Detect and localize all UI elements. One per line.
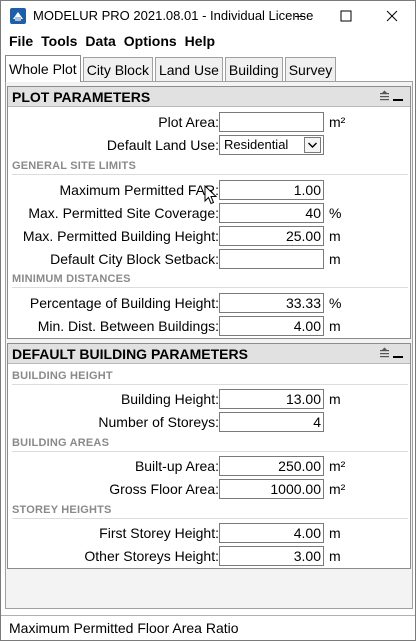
builtup-label: Built-up Area: — [134, 458, 219, 474]
building-height-heading: BUILDING HEIGHT — [12, 369, 408, 385]
coverage-unit: % — [329, 205, 342, 221]
gfa-row: Gross Floor Area: 1000.00 m² — [8, 478, 412, 500]
building-height-unit: m — [329, 391, 341, 407]
max-height-label: Max. Permitted Building Height: — [22, 228, 219, 244]
gfa-input[interactable]: 1000.00 — [219, 479, 324, 499]
coverage-input[interactable]: 40 — [219, 203, 324, 223]
land-use-label: Default Land Use: — [106, 137, 219, 153]
other-storeys-unit: m — [329, 548, 341, 564]
storeys-row: Number of Storeys: 4 — [8, 411, 412, 433]
max-height-row: Max. Permitted Building Height: 25.00 m — [8, 225, 412, 247]
site-limits-heading: GENERAL SITE LIMITS — [12, 159, 408, 175]
tab-city-block[interactable]: City Block — [82, 57, 153, 82]
tab-content: PLOT PARAMETERS Plot Area: m² Default La… — [5, 81, 413, 609]
setback-label: Default City Block Setback: — [50, 251, 219, 267]
setback-unit: m — [329, 251, 341, 267]
tab-survey[interactable]: Survey — [284, 57, 337, 82]
tab-land-use[interactable]: Land Use — [154, 57, 223, 82]
close-button[interactable] — [369, 1, 415, 31]
min-dist-row: Min. Dist. Between Buildings: 4.00 m — [8, 315, 412, 337]
coverage-row: Max. Permitted Site Coverage: 40 % — [8, 202, 412, 224]
building-height-row: Building Height: 13.00 m — [8, 388, 412, 410]
panel-menu-collapse-icon[interactable] — [376, 90, 406, 104]
mouse-cursor-icon — [204, 185, 218, 205]
first-storey-unit: m — [329, 525, 341, 541]
other-storeys-row: Other Storeys Height: 3.00 m — [8, 545, 412, 567]
building-height-input[interactable]: 13.00 — [219, 389, 324, 409]
menu-help[interactable]: Help — [181, 31, 219, 53]
other-storeys-label: Other Storeys Height: — [84, 548, 219, 564]
min-dist-label: Min. Dist. Between Buildings: — [37, 318, 219, 334]
app-logo-icon — [10, 8, 26, 24]
land-use-select[interactable]: Residential — [219, 135, 324, 155]
tab-whole-plot[interactable]: Whole Plot — [5, 55, 81, 82]
far-label: Maximum Permitted FAR: — [59, 182, 219, 198]
plot-area-row: Plot Area: m² — [8, 111, 412, 133]
min-dist-input[interactable]: 4.00 — [219, 316, 324, 336]
minimize-button[interactable] — [277, 1, 323, 31]
setback-row: Default City Block Setback: m — [8, 248, 412, 270]
menu-file[interactable]: File — [5, 31, 37, 53]
menu-data[interactable]: Data — [81, 31, 119, 53]
plot-area-input[interactable] — [219, 112, 324, 132]
coverage-label: Max. Permitted Site Coverage: — [28, 205, 219, 221]
status-bar: Maximum Permitted Floor Area Ratio — [1, 615, 415, 640]
pct-height-label: Percentage of Building Height: — [29, 295, 219, 311]
builtup-unit: m² — [329, 458, 346, 474]
building-parameters-panel: DEFAULT BUILDING PARAMETERS BUILDING HEI… — [7, 343, 411, 569]
minimize-icon — [295, 16, 305, 17]
close-icon — [386, 10, 398, 22]
dropdown-button[interactable] — [304, 137, 321, 153]
app-window: MODELUR PRO 2021.08.01 - Individual Lice… — [0, 0, 416, 641]
storeys-label: Number of Storeys: — [98, 414, 219, 430]
building-height-label: Building Height: — [120, 391, 219, 407]
building-panel-header[interactable]: DEFAULT BUILDING PARAMETERS — [8, 344, 410, 364]
plot-area-unit: m² — [329, 114, 346, 130]
land-use-row: Default Land Use: Residential — [8, 134, 412, 156]
plot-panel-title: PLOT PARAMETERS — [12, 89, 151, 105]
building-panel-title: DEFAULT BUILDING PARAMETERS — [12, 346, 248, 362]
building-areas-heading: BUILDING AREAS — [12, 436, 408, 452]
menu-bar: File Tools Data Options Help — [1, 31, 415, 53]
pct-height-row: Percentage of Building Height: 33.33 % — [8, 292, 412, 314]
first-storey-input[interactable]: 4.00 — [219, 523, 324, 543]
plot-panel-header[interactable]: PLOT PARAMETERS — [8, 87, 410, 107]
title-bar[interactable]: MODELUR PRO 2021.08.01 - Individual Lice… — [1, 1, 415, 31]
panel-menu-collapse-icon[interactable] — [376, 347, 406, 361]
pct-height-input[interactable]: 33.33 — [219, 293, 324, 313]
status-text: Maximum Permitted Floor Area Ratio — [9, 620, 239, 636]
window-title: MODELUR PRO 2021.08.01 - Individual Lice… — [33, 8, 314, 23]
plot-parameters-panel: PLOT PARAMETERS Plot Area: m² Default La… — [7, 86, 411, 339]
tab-strip: Whole Plot City Block Land Use Building … — [5, 55, 338, 82]
builtup-row: Built-up Area: 250.00 m² — [8, 455, 412, 477]
min-distances-heading: MINIMUM DISTANCES — [12, 272, 408, 288]
menu-tools[interactable]: Tools — [37, 31, 81, 53]
max-height-unit: m — [329, 228, 341, 244]
storeys-input[interactable]: 4 — [219, 412, 324, 432]
other-storeys-input[interactable]: 3.00 — [219, 546, 324, 566]
tab-building[interactable]: Building — [224, 57, 283, 82]
storey-heights-heading: STOREY HEIGHTS — [12, 503, 408, 519]
far-input[interactable]: 1.00 — [219, 180, 324, 200]
maximize-icon — [340, 10, 352, 22]
first-storey-row: First Storey Height: 4.00 m — [8, 522, 412, 544]
menu-options[interactable]: Options — [120, 31, 181, 53]
min-dist-unit: m — [329, 318, 341, 334]
pct-height-unit: % — [329, 295, 342, 311]
first-storey-label: First Storey Height: — [99, 525, 219, 541]
max-height-input[interactable]: 25.00 — [219, 226, 324, 246]
builtup-input[interactable]: 250.00 — [219, 456, 324, 476]
setback-input[interactable] — [219, 249, 324, 269]
gfa-unit: m² — [329, 481, 346, 497]
plot-area-label: Plot Area: — [158, 114, 219, 130]
land-use-value: Residential — [224, 137, 289, 152]
gfa-label: Gross Floor Area: — [109, 481, 219, 497]
maximize-button[interactable] — [323, 1, 369, 31]
chevron-down-icon — [308, 142, 317, 148]
